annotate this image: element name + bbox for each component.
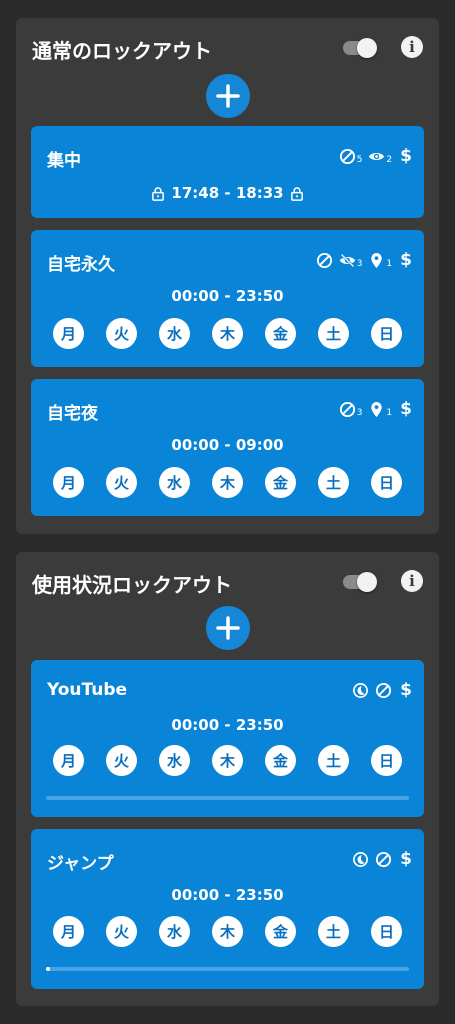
card-icons: 5 2 $ (339, 146, 412, 166)
location-pin-icon: 1 (368, 401, 392, 418)
card-time: 00:00 - 23:50 (171, 716, 284, 734)
card-time: 00:00 - 23:50 (171, 287, 284, 305)
day-thu[interactable]: 木 (212, 318, 243, 349)
section-header: 通常のロックアウト i (32, 32, 423, 64)
card-icons: 3 1 $ (339, 399, 412, 419)
add-lockout-button[interactable] (205, 606, 250, 650)
eye-icon: 2 (368, 148, 392, 165)
card-title: YouTube (47, 680, 128, 700)
card-time: 00:00 - 09:00 (171, 436, 284, 454)
day-tue[interactable]: 火 (106, 916, 137, 947)
weekday-row: 月 火 水 木 金 土 日 (53, 745, 402, 776)
regular-lockout-section: 通常のロックアウト i 集中 5 2 $ 17:48 - 18:33 自宅永久 … (16, 18, 439, 534)
location-count: 1 (386, 258, 393, 269)
day-wed[interactable]: 水 (159, 745, 190, 776)
day-wed[interactable]: 水 (159, 467, 190, 498)
usage-progress-bar (46, 967, 409, 971)
location-count: 1 (386, 407, 393, 418)
day-sat[interactable]: 土 (318, 745, 349, 776)
day-sat[interactable]: 土 (318, 467, 349, 498)
view-count: 2 (386, 154, 393, 165)
block-icon (316, 252, 333, 269)
lockout-card[interactable]: 集中 5 2 $ 17:48 - 18:33 (31, 126, 424, 218)
lockout-card[interactable]: 自宅永久 3 1 $ 00:00 - 23:50 月 火 水 木 金 土 日 (31, 230, 424, 367)
dollar-icon: $ (400, 849, 412, 869)
hidden-count: 3 (356, 258, 363, 269)
day-tue[interactable]: 火 (106, 745, 137, 776)
block-count: 5 (356, 154, 363, 165)
block-icon (375, 682, 392, 699)
section-enable-toggle[interactable] (341, 38, 377, 58)
day-sun[interactable]: 日 (371, 916, 402, 947)
weekday-row: 月 火 水 木 金 土 日 (53, 318, 402, 349)
lock-icon (290, 186, 303, 201)
weekday-row: 月 火 水 木 金 土 日 (53, 916, 402, 947)
card-icons: 3 1 $ (316, 250, 412, 270)
block-icon: 5 (339, 148, 363, 165)
weekday-row: 月 火 水 木 金 土 日 (53, 467, 402, 498)
card-time: 17:48 - 18:33 (171, 184, 284, 202)
day-mon[interactable]: 月 (53, 916, 84, 947)
day-tue[interactable]: 火 (106, 318, 137, 349)
card-title: 集中 (47, 151, 81, 171)
location-pin-icon: 1 (368, 252, 392, 269)
block-count: 3 (356, 407, 363, 418)
block-icon: 3 (339, 401, 363, 418)
day-wed[interactable]: 水 (159, 318, 190, 349)
day-sun[interactable]: 日 (371, 318, 402, 349)
info-icon[interactable]: i (401, 570, 423, 592)
day-mon[interactable]: 月 (53, 745, 84, 776)
day-tue[interactable]: 火 (106, 467, 137, 498)
day-mon[interactable]: 月 (53, 467, 84, 498)
card-icons: $ (352, 849, 412, 869)
plus-icon (215, 616, 240, 640)
card-title: 自宅夜 (47, 404, 98, 424)
usage-progress-bar (46, 796, 409, 800)
usage-progress-fill (46, 967, 50, 971)
card-time: 00:00 - 23:50 (171, 886, 284, 904)
card-title: 自宅永久 (47, 255, 115, 275)
day-thu[interactable]: 木 (212, 916, 243, 947)
dollar-icon: $ (400, 250, 412, 270)
info-icon[interactable]: i (401, 36, 423, 58)
day-thu[interactable]: 木 (212, 745, 243, 776)
section-header: 使用状況ロックアウト i (32, 566, 423, 598)
day-fri[interactable]: 金 (265, 916, 296, 947)
card-icons: $ (352, 680, 412, 700)
section-enable-toggle[interactable] (341, 572, 377, 592)
day-sat[interactable]: 土 (318, 916, 349, 947)
add-lockout-button[interactable] (205, 74, 250, 118)
card-title: ジャンプ (47, 854, 114, 874)
moon-icon (352, 851, 369, 868)
section-title: 使用状況ロックアウト (32, 573, 232, 597)
usage-lockout-section: 使用状況ロックアウト i YouTube $ 00:00 - 23:50 月 火… (16, 552, 439, 1006)
day-fri[interactable]: 金 (265, 745, 296, 776)
day-wed[interactable]: 水 (159, 916, 190, 947)
moon-icon (352, 682, 369, 699)
dollar-icon: $ (400, 680, 412, 700)
dollar-icon: $ (400, 399, 412, 419)
dollar-icon: $ (400, 146, 412, 166)
day-mon[interactable]: 月 (53, 318, 84, 349)
eye-off-icon: 3 (339, 252, 363, 269)
lockout-card[interactable]: 自宅夜 3 1 $ 00:00 - 09:00 月 火 水 木 金 土 日 (31, 379, 424, 516)
section-title: 通常のロックアウト (32, 39, 212, 63)
lock-time-row: 17:48 - 18:33 (31, 184, 424, 202)
plus-icon (215, 84, 240, 108)
lock-icon (152, 186, 165, 201)
block-icon (375, 851, 392, 868)
usage-card[interactable]: ジャンプ $ 00:00 - 23:50 月 火 水 木 金 土 日 (31, 829, 424, 989)
day-fri[interactable]: 金 (265, 467, 296, 498)
day-sun[interactable]: 日 (371, 467, 402, 498)
day-sat[interactable]: 土 (318, 318, 349, 349)
day-sun[interactable]: 日 (371, 745, 402, 776)
day-thu[interactable]: 木 (212, 467, 243, 498)
day-fri[interactable]: 金 (265, 318, 296, 349)
usage-card[interactable]: YouTube $ 00:00 - 23:50 月 火 水 木 金 土 日 (31, 660, 424, 817)
